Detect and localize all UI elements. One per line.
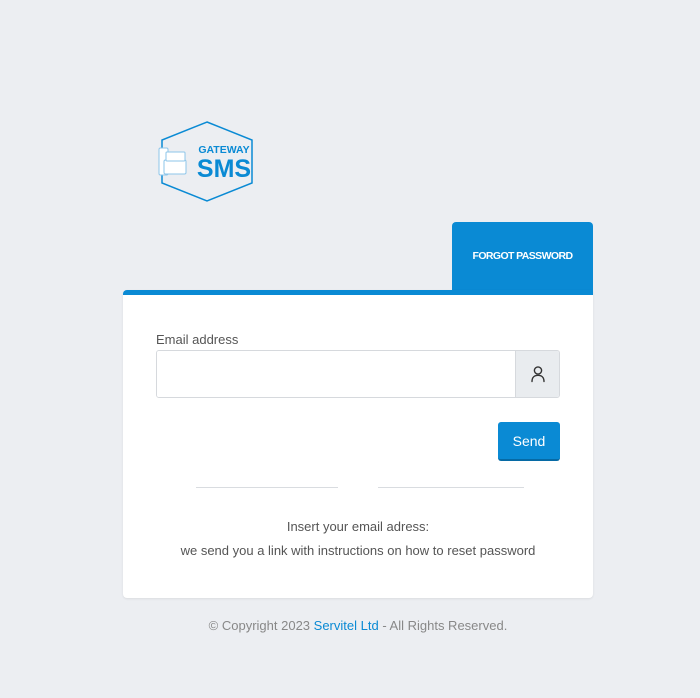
divider-left <box>196 487 338 488</box>
tab-forgot-password[interactable]: FORGOT PASSWORD <box>452 222 593 294</box>
send-button[interactable]: Send <box>498 422 560 461</box>
footer-company-link[interactable]: Servitel Ltd <box>314 618 379 633</box>
footer-suffix: - All Rights Reserved. <box>378 618 508 633</box>
gateway-sms-logo: GATEWAY SMS <box>155 119 259 205</box>
footer-copyright: © Copyright 2023 Servitel Ltd - All Righ… <box>0 618 700 633</box>
divider-right <box>378 487 524 488</box>
forgot-password-card: Email address Send Insert your email adr… <box>123 290 593 598</box>
tab-forgot-password-label: FORGOT PASSWORD <box>472 249 573 262</box>
page: GATEWAY SMS FORGOT PASSWORD Email addres… <box>0 0 700 698</box>
info-text-line1: Insert your email adress: <box>286 519 430 534</box>
phone-devices-icon <box>158 147 187 176</box>
user-icon <box>530 366 545 383</box>
logo-text-sms: SMS <box>197 155 251 183</box>
logo-hexagon-icon: GATEWAY SMS <box>158 121 253 202</box>
email-input[interactable] <box>157 351 515 397</box>
email-addon <box>515 351 559 397</box>
info-text-line2: we send you a link with instructions on … <box>180 543 536 558</box>
email-input-group <box>156 350 560 398</box>
footer-prefix: © Copyright 2023 <box>208 618 314 633</box>
email-label: Email address <box>156 332 239 347</box>
send-button-label: Send <box>512 432 546 449</box>
